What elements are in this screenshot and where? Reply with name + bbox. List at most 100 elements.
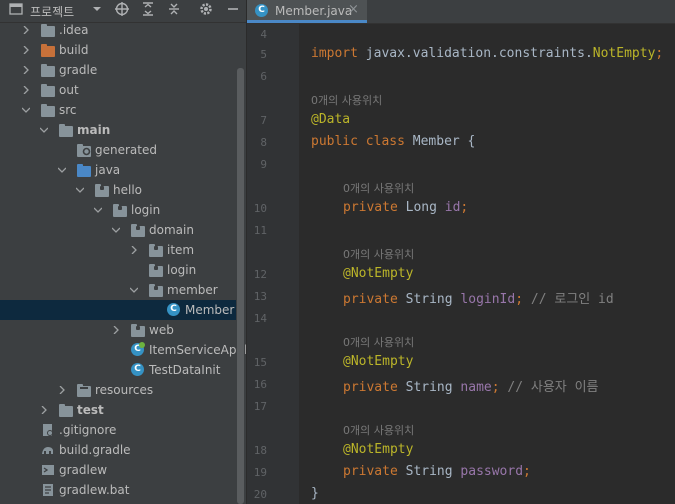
line-number: 18 (253, 444, 267, 457)
chevron-down-icon[interactable] (76, 180, 86, 200)
chevron-right-icon[interactable] (22, 60, 32, 80)
chevron-down-icon[interactable] (92, 2, 102, 22)
class-icon: C (255, 4, 268, 17)
line-number: 13 (253, 290, 267, 303)
type-name: String (405, 464, 453, 479)
comment: // 사용자 이름 (507, 380, 599, 395)
tree-item-member-class[interactable]: C Member (0, 300, 236, 320)
tree-item-test[interactable]: test (0, 400, 236, 420)
project-panel-title[interactable]: 프로젝트 (30, 3, 74, 20)
tree-item-label: out (59, 83, 79, 97)
package-icon (149, 263, 163, 277)
code-line-import: import javax.validation.constraints.NotE… (311, 46, 663, 61)
project-view-icon[interactable] (9, 2, 23, 22)
tree-item-build[interactable]: build (0, 40, 236, 60)
tab-label: Member.java (275, 4, 353, 18)
tree-item-gradle[interactable]: gradle (0, 60, 236, 80)
usage-hint[interactable]: 0개의 사용위치 (343, 422, 414, 438)
tree-item-gitignore[interactable]: .gitignore (0, 420, 236, 440)
line-number: 9 (260, 158, 267, 171)
code-editor[interactable]: import javax.validation.constraints.NotE… (299, 24, 675, 504)
usage-hint[interactable]: 0개의 사용위치 (311, 92, 382, 108)
close-icon[interactable]: × (348, 2, 359, 17)
locate-icon[interactable] (115, 2, 129, 22)
type-name: String (405, 292, 453, 307)
tree-item-build-gradle[interactable]: build.gradle (0, 440, 236, 460)
usage-hint[interactable]: 0개의 사용위치 (343, 180, 414, 196)
tree-item-hello[interactable]: hello (0, 180, 236, 200)
chevron-right-icon[interactable] (112, 320, 122, 340)
chevron-down-icon[interactable] (112, 220, 122, 240)
chevron-down-icon[interactable] (40, 120, 50, 140)
line-number: 12 (253, 268, 267, 281)
tree-item-src[interactable]: src (0, 100, 236, 120)
gitignore-file-icon (41, 423, 55, 437)
package-icon (95, 183, 109, 197)
tree-item-label: generated (95, 143, 157, 157)
tree-item-gradlew-bat[interactable]: gradlew.bat (0, 480, 236, 500)
annotation: @NotEmpty (343, 354, 414, 369)
code-line-id: private Long id; (343, 200, 468, 215)
tree-item-java[interactable]: java (0, 160, 236, 180)
tree-item-label: gradlew (59, 463, 108, 477)
line-number: 19 (253, 466, 267, 479)
chevron-down-icon[interactable] (58, 160, 68, 180)
tree-item-generated[interactable]: generated (0, 140, 236, 160)
folder-excluded-icon (41, 43, 55, 57)
chevron-right-icon[interactable] (22, 40, 32, 60)
package-icon (131, 223, 145, 237)
tree-item-resources[interactable]: resources (0, 380, 236, 400)
tree-item-login-pkg[interactable]: login (0, 200, 236, 220)
gear-icon[interactable] (199, 2, 213, 22)
tree-item-item[interactable]: item (0, 240, 236, 260)
usage-hint[interactable]: 0개의 사용위치 (343, 246, 414, 262)
tree-item-idea[interactable]: .idea (0, 20, 236, 40)
tree-item-domain[interactable]: domain (0, 220, 236, 240)
tree-item-main[interactable]: main (0, 120, 236, 140)
chevron-right-icon[interactable] (40, 400, 50, 420)
tree-item-label: build (59, 43, 89, 57)
minimize-icon[interactable] (226, 2, 240, 22)
tree-item-testdatainit[interactable]: C TestDataInit (0, 360, 236, 380)
tree-item-label: build.gradle (59, 443, 131, 457)
chevron-right-icon[interactable] (22, 20, 32, 40)
chevron-down-icon[interactable] (94, 200, 104, 220)
tree-item-web[interactable]: web (0, 320, 236, 340)
collapse-all-icon[interactable] (167, 2, 181, 22)
tab-member-java[interactable]: C Member.java × (247, 0, 367, 23)
line-number: 6 (260, 70, 267, 83)
chevron-down-icon[interactable] (130, 280, 140, 300)
semicolon: ; (491, 380, 500, 395)
line-number: 4 (260, 28, 267, 41)
keyword: private (343, 292, 398, 307)
tree-item-gradlew[interactable]: gradlew (0, 460, 236, 480)
tree-item-label: member (167, 283, 218, 297)
line-number: 16 (253, 378, 267, 391)
chevron-right-icon[interactable] (22, 80, 32, 100)
line-number: 20 (253, 488, 267, 501)
tree-item-label: domain (149, 223, 194, 237)
chevron-right-icon[interactable] (58, 380, 68, 400)
tree-item-out[interactable]: out (0, 80, 236, 100)
chevron-down-icon[interactable] (22, 100, 32, 120)
folder-icon (41, 83, 55, 97)
code-line-password: private String password; (343, 464, 531, 479)
folder-icon (41, 63, 55, 77)
tree-item-member[interactable]: member (0, 280, 236, 300)
tree-item-label: web (149, 323, 174, 337)
class-icon: C (131, 363, 145, 377)
code-line-loginid: private String loginId; // 로그인 id (343, 288, 614, 307)
tree-item-label: gradlew.bat (59, 483, 130, 497)
annotation: @Data (311, 112, 351, 127)
expand-all-icon[interactable] (141, 2, 155, 22)
line-number: 11 (253, 224, 267, 237)
tree-item-label: Member (185, 303, 235, 317)
tree-item-login[interactable]: login (0, 260, 236, 280)
field-name: password (460, 464, 524, 479)
folder-icon (59, 123, 73, 137)
chevron-right-icon[interactable] (130, 240, 140, 260)
project-scrollbar[interactable] (237, 68, 244, 504)
usage-hint[interactable]: 0개의 사용위치 (343, 334, 414, 350)
tree-item-itemserviceapplication[interactable]: C ItemServiceApplic (0, 340, 246, 360)
tree-item-label: gradle (59, 63, 98, 77)
